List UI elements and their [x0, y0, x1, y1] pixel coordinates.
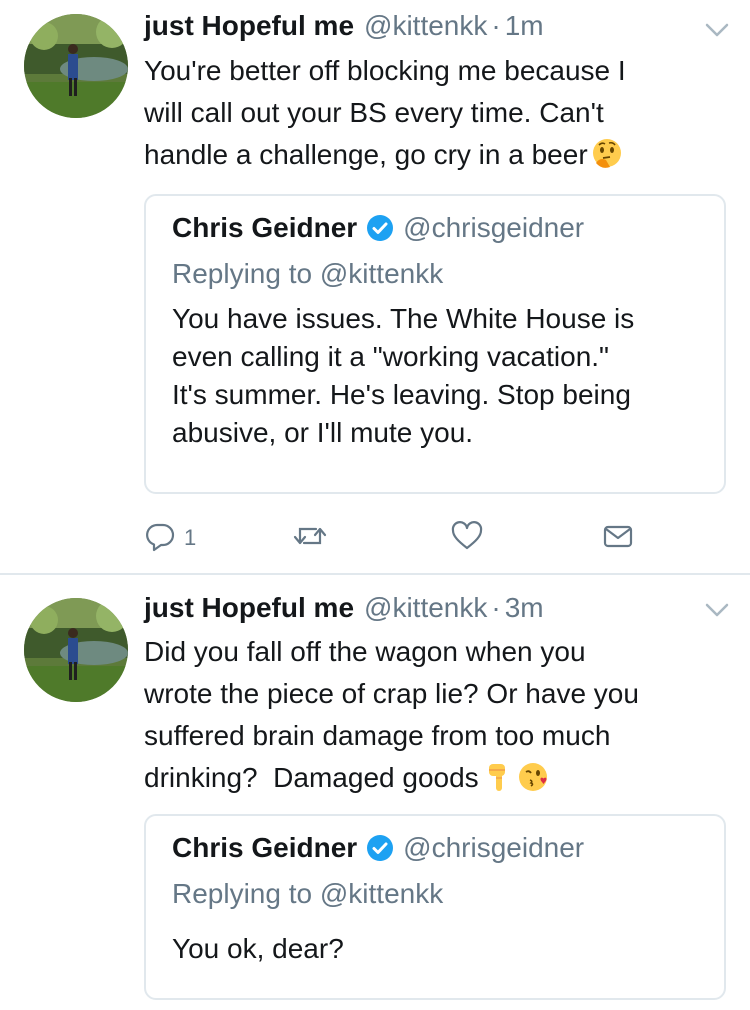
quoted-tweet[interactable]: Chris Geidner @chrisgeidner Replying to …	[144, 814, 726, 1000]
verified-badge-icon	[365, 833, 395, 863]
tweet-text-line: drinking? Damaged goods	[144, 757, 724, 799]
reply-button[interactable]: 1	[144, 518, 196, 558]
timestamp[interactable]: 1m	[505, 10, 544, 42]
tweet[interactable]: just Hopeful me @kittenkk · 3m Did you f…	[0, 576, 750, 1010]
avatar[interactable]	[24, 14, 128, 118]
retweet-icon	[292, 520, 328, 557]
quote-text: You ok, dear?	[172, 930, 712, 968]
tweet-actions: 1	[144, 518, 644, 558]
reply-count: 1	[184, 525, 197, 550]
quote-text-line: abusive, or I'll mute you.	[172, 417, 474, 448]
face-blowing-kiss-icon	[517, 760, 551, 794]
quote-text-line: You ok, dear?	[172, 933, 344, 964]
timestamp[interactable]: 3m	[505, 592, 544, 624]
quote-author-name: Chris Geidner	[172, 212, 358, 243]
tweet-text: Did you fall off the wagon when you wrot…	[144, 631, 724, 799]
tweet[interactable]: just Hopeful me @kittenkk · 1m You're be…	[0, 0, 750, 574]
tweet-text-line: Did you fall off the wagon when you	[144, 636, 586, 667]
tweet-text-line: You're better off blocking me because I	[144, 55, 626, 86]
quoted-tweet[interactable]: Chris Geidner @chrisgeidner Replying to …	[144, 194, 726, 494]
separator-dot: ·	[491, 10, 501, 41]
like-button[interactable]	[450, 518, 484, 558]
tweet-header: just Hopeful me @kittenkk · 1m	[144, 10, 544, 46]
quote-author-handle: @chrisgeidner	[403, 212, 585, 243]
direct-message-button[interactable]	[602, 518, 634, 558]
pointing-down-icon	[481, 760, 515, 794]
avatar[interactable]	[24, 598, 128, 702]
author-handle[interactable]: @kittenkk	[364, 592, 487, 624]
chevron-down-icon[interactable]	[702, 18, 732, 42]
tweet-text: You're better off blocking me because I …	[144, 50, 724, 176]
tweet-header: just Hopeful me @kittenkk · 3m	[144, 592, 544, 628]
quote-author-handle: @chrisgeidner	[403, 832, 585, 863]
quote-header: Chris Geidner @chrisgeidner	[172, 212, 584, 244]
tweet-divider	[0, 573, 750, 575]
tweet-text-line: wrote the piece of crap lie? Or have you	[144, 678, 639, 709]
reply-icon	[144, 520, 176, 557]
author-name[interactable]: just Hopeful me	[144, 10, 354, 42]
retweet-button[interactable]	[292, 518, 328, 558]
envelope-icon	[602, 520, 634, 557]
chevron-down-icon[interactable]	[702, 598, 732, 622]
quote-header: Chris Geidner @chrisgeidner	[172, 832, 584, 864]
quote-text: You have issues. The White House is even…	[172, 300, 712, 452]
heart-icon	[450, 520, 484, 557]
quote-text-line: even calling it a "working vacation."	[172, 341, 609, 372]
replying-to: Replying to @kittenkk	[172, 258, 444, 289]
thinking-face-icon	[590, 137, 624, 171]
replying-to: Replying to @kittenkk	[172, 878, 444, 909]
verified-badge-icon	[365, 213, 395, 243]
tweet-text-line: handle a challenge, go cry in a beer	[144, 134, 724, 176]
quote-text-line: You have issues. The White House is	[172, 303, 635, 334]
author-handle[interactable]: @kittenkk	[364, 10, 487, 42]
quote-author-name: Chris Geidner	[172, 832, 358, 863]
author-name[interactable]: just Hopeful me	[144, 592, 354, 624]
tweet-text-line: suffered brain damage from too much	[144, 720, 611, 751]
tweet-text-line: will call out your BS every time. Can't	[144, 97, 604, 128]
quote-text-line: It's summer. He's leaving. Stop being	[172, 379, 631, 410]
separator-dot: ·	[491, 592, 501, 623]
